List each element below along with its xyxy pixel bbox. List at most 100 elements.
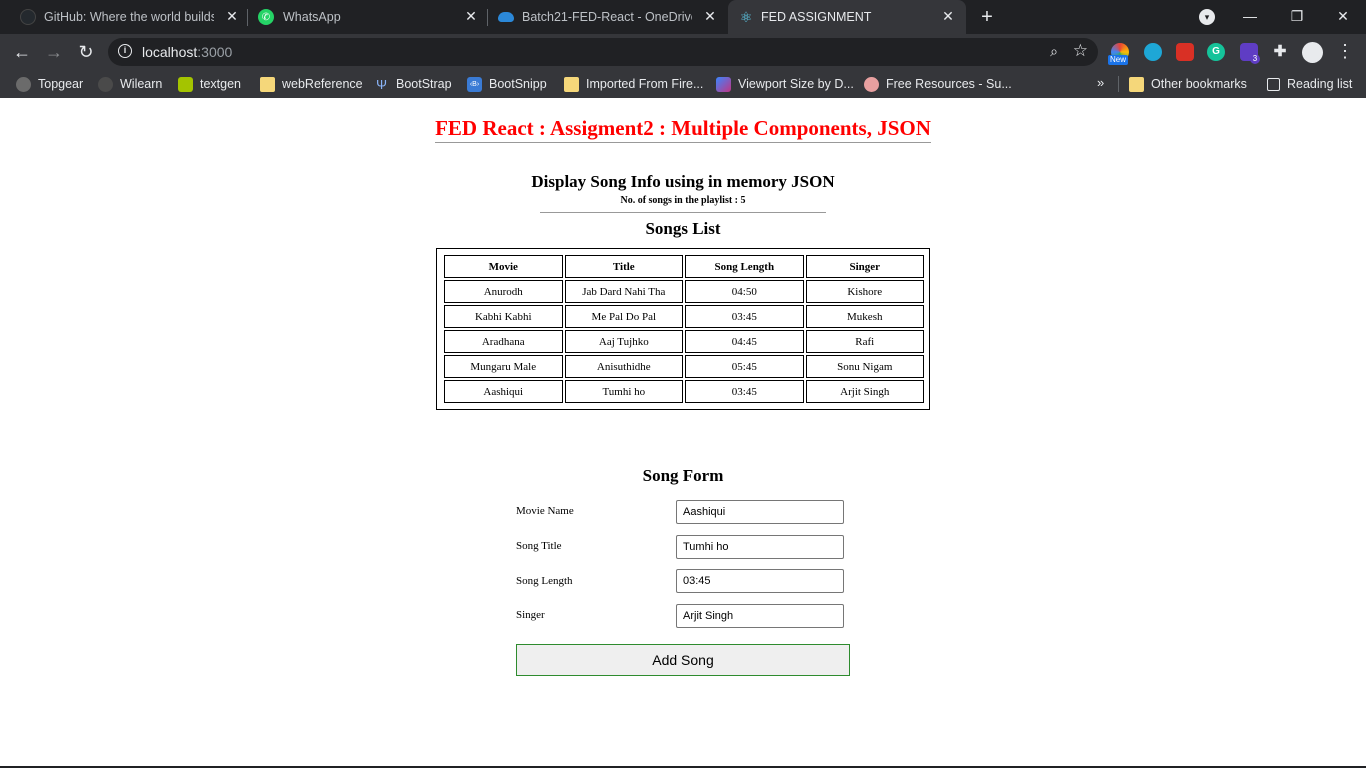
restore-button[interactable]: ❐ — [1282, 4, 1312, 28]
page-title: FED React : Assigment2 : Multiple Compon… — [435, 116, 931, 143]
bookmark-label: Imported From Fire... — [586, 77, 704, 91]
songs-table: Movie Title Song Length Singer Anurodh J… — [442, 253, 926, 405]
tab-whatsapp[interactable]: ✆ WhatsApp ✕ — [248, 0, 488, 34]
bookmark-imported[interactable]: Imported From Fire... — [564, 76, 703, 92]
tab-title: Batch21-FED-React - OneDrive — [522, 10, 692, 24]
song-title-label: Song Title — [516, 540, 562, 552]
table-row: Anurodh Jab Dard Nahi Tha 04:50 Kishore — [444, 280, 924, 303]
cell-title: Me Pal Do Pal — [564, 305, 684, 328]
display-heading: Display Song Info using in memory JSON — [531, 172, 835, 191]
textgen-icon — [178, 76, 193, 92]
close-window-button[interactable]: ✕ — [1328, 4, 1358, 28]
bookmark-viewport[interactable]: Viewport Size by D... — [716, 76, 854, 92]
song-length-label: Song Length — [516, 575, 573, 587]
page-content: FED React : Assigment2 : Multiple Compon… — [0, 98, 1366, 768]
whatsapp-icon: ✆ — [258, 9, 274, 25]
new-tab-button[interactable]: + — [977, 7, 997, 27]
bookmark-other[interactable]: Other bookmarks — [1129, 76, 1247, 92]
bookmark-free-resources[interactable]: Free Resources - Su... — [864, 76, 1012, 92]
reading-list-icon — [1267, 77, 1280, 91]
bookmark-textgen[interactable]: textgen — [178, 76, 241, 92]
bookmark-bootsnipp[interactable]: ‹B› BootSnipp — [467, 76, 547, 92]
forward-button[interactable]: → — [43, 41, 65, 63]
url-port: :3000 — [197, 44, 233, 60]
extension-red-icon[interactable] — [1176, 43, 1194, 61]
close-icon[interactable]: ✕ — [702, 8, 718, 24]
cell-singer: Rafi — [805, 330, 924, 353]
table-row: Aradhana Aaj Tujhko 04:45 Rafi — [444, 330, 924, 353]
bookmark-wilearn[interactable]: Wilearn — [98, 76, 162, 92]
tab-onedrive[interactable]: Batch21-FED-React - OneDrive ✕ — [488, 0, 728, 34]
reload-button[interactable]: ↻ — [75, 41, 97, 63]
column-header: Title — [564, 255, 684, 278]
tab-fed-assignment[interactable]: ⚛ FED ASSIGNMENT ✕ — [728, 0, 966, 34]
extension-teal-icon[interactable] — [1144, 43, 1162, 61]
page-title-wrap: FED React : Assigment2 : Multiple Compon… — [0, 116, 1366, 143]
song-length-input[interactable] — [676, 569, 844, 593]
info-icon[interactable]: i — [118, 44, 132, 58]
puzzle-icon[interactable]: ✚ — [1271, 43, 1289, 61]
bookmark-label: BootSnipp — [489, 77, 547, 91]
column-header: Song Length — [685, 255, 804, 278]
wilearn-icon — [98, 76, 113, 92]
cell-title: Anisuthidhe — [564, 355, 684, 378]
close-icon[interactable]: ✕ — [224, 8, 240, 24]
column-header: Movie — [444, 255, 563, 278]
bookmarks-separator — [1118, 76, 1119, 92]
github-icon — [20, 9, 36, 25]
close-icon[interactable]: ✕ — [463, 8, 479, 24]
cell-title: Aaj Tujhko — [564, 330, 684, 353]
url-host: localhost — [142, 44, 198, 60]
divider — [540, 212, 826, 213]
movie-name-label: Movie Name — [516, 505, 574, 517]
bookmark-topgear[interactable]: Topgear — [16, 76, 83, 92]
tab-title: WhatsApp — [283, 10, 341, 24]
song-title-input[interactable] — [676, 535, 844, 559]
singer-label: Singer — [516, 609, 545, 621]
extension-count-badge: 3 — [1250, 54, 1260, 64]
songs-list-heading: Songs List — [645, 219, 721, 238]
bookmark-bootstrap[interactable]: Ψ BootStrap — [374, 76, 452, 92]
singer-input[interactable] — [676, 604, 844, 628]
cell-title: Jab Dard Nahi Tha — [564, 280, 684, 303]
cell-title: Tumhi ho — [564, 380, 684, 403]
react-icon: ⚛ — [739, 8, 753, 25]
add-song-button[interactable]: Add Song — [516, 644, 850, 676]
bookmark-label: Other bookmarks — [1151, 77, 1247, 91]
songs-table-container: Movie Title Song Length Singer Anurodh J… — [436, 248, 930, 410]
onedrive-icon — [498, 12, 514, 22]
close-icon[interactable]: ✕ — [940, 8, 956, 24]
reading-list-label: Reading list — [1287, 77, 1353, 91]
bookmark-webreference[interactable]: webReference — [260, 76, 363, 92]
column-header: Singer — [805, 255, 924, 278]
bookmark-star-icon[interactable]: ☆ — [1073, 41, 1088, 61]
table-header-row: Movie Title Song Length Singer — [444, 255, 924, 278]
cell-length: 03:45 — [685, 305, 804, 328]
tab-search-icon[interactable]: ▾ — [1199, 9, 1215, 25]
menu-dots-icon[interactable]: ⋮ — [1336, 42, 1354, 60]
cell-length: 03:45 — [685, 380, 804, 403]
zoom-icon[interactable]: ⌕ — [1050, 43, 1058, 60]
playlist-count: No. of songs in the playlist : 5 — [620, 195, 746, 206]
tab-github[interactable]: GitHub: Where the world builds s ✕ — [0, 0, 248, 34]
cell-movie: Aashiqui — [444, 380, 563, 403]
address-bar[interactable]: i localhost:3000 ⌕ ☆ — [108, 38, 1098, 66]
avatar[interactable] — [1302, 42, 1323, 63]
reading-list-button[interactable]: Reading list — [1267, 76, 1352, 92]
grammarly-icon[interactable]: G — [1207, 43, 1225, 61]
bootsnipp-icon: ‹B› — [467, 76, 482, 92]
bookmarks-overflow-chevron[interactable]: » — [1097, 75, 1104, 90]
cell-singer: Mukesh — [805, 305, 924, 328]
cell-singer: Kishore — [805, 280, 924, 303]
bootstrap-icon: Ψ — [376, 76, 387, 92]
movie-name-input[interactable] — [676, 500, 844, 524]
bookmark-label: BootStrap — [396, 77, 452, 91]
bookmark-label: Free Resources - Su... — [886, 77, 1012, 91]
cell-length: 04:45 — [685, 330, 804, 353]
cell-movie: Mungaru Male — [444, 355, 563, 378]
back-button[interactable]: ← — [11, 41, 33, 63]
minimize-button[interactable]: — — [1235, 4, 1265, 28]
cell-length: 04:50 — [685, 280, 804, 303]
bookmark-label: Viewport Size by D... — [738, 77, 854, 91]
viewport-icon — [716, 76, 731, 92]
